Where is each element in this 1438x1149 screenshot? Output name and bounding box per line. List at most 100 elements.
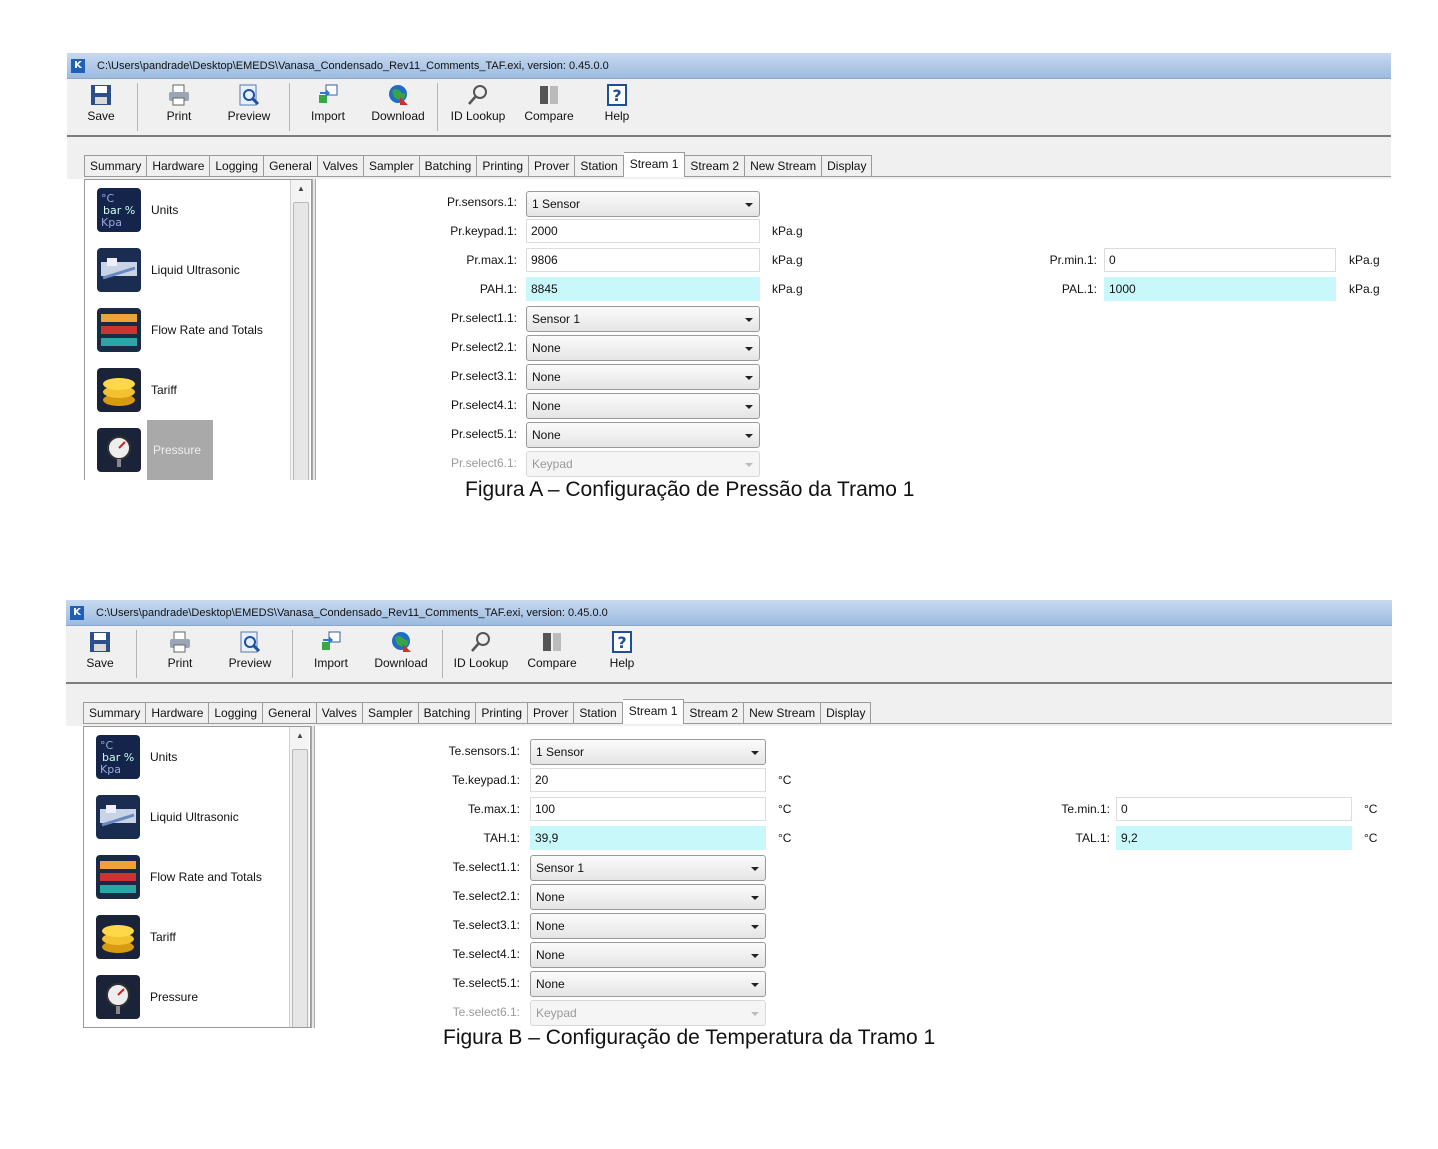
select1-dropdown[interactable]: Sensor 1 [526,306,760,332]
keypad-unit: kPa.g [772,224,803,238]
tab-logging[interactable]: Logging [210,155,265,177]
print-button[interactable]: Print [159,83,199,133]
tab-display[interactable]: Display [821,702,872,724]
tab-new-stream[interactable]: New Stream [744,702,822,724]
tab-sampler[interactable]: Sampler [362,702,419,724]
select5-dropdown[interactable]: None [530,971,766,997]
chevron-down-icon [745,405,753,409]
import-button[interactable]: Import [308,630,354,680]
globe-download-icon [389,85,408,105]
select2-dropdown[interactable]: None [526,335,760,361]
select2-label: Te.select2.1: [452,889,520,903]
pal-input[interactable]: 1000 [1104,277,1336,301]
min-unit: kPa.g [1349,253,1380,267]
select5-dropdown[interactable]: None [526,422,760,448]
tah-input[interactable]: 39,9 [530,826,766,850]
preview-button[interactable]: Preview [223,83,275,133]
save-icon [91,85,111,105]
pal-unit: kPa.g [1349,282,1380,296]
min-input[interactable]: 0 [1104,248,1336,272]
tab-prover[interactable]: Prover [528,702,575,724]
print-button[interactable]: Print [160,630,200,680]
tab-display[interactable]: Display [822,155,873,177]
tab-summary[interactable]: Summary [83,702,147,724]
chevron-down-icon [751,896,759,900]
preview-icon [240,631,261,653]
toolbar: Save Print Preview Import Download ID Lo… [66,626,1392,684]
tab-stream-1[interactable]: Stream 1 [622,699,685,724]
keypad-input[interactable]: 20 [530,768,766,792]
figure-b-screenshot: K C:\Users\pandrade\Desktop\EMEDS\Vanasa… [66,600,1392,1028]
keypad-label: Te.keypad.1: [451,773,520,787]
chevron-down-icon [751,954,759,958]
min-input[interactable]: 0 [1116,797,1352,821]
select1-dropdown[interactable]: Sensor 1 [530,855,766,881]
max-input[interactable]: 100 [530,797,766,821]
keypad-input[interactable]: 2000 [526,219,760,243]
tab-batching[interactable]: Batching [418,702,477,724]
id-lookup-button[interactable]: ID Lookup [448,630,514,680]
sensors-select[interactable]: 1 Sensor [530,739,766,765]
select1-label: Te.select1.1: [452,860,520,874]
max-input[interactable]: 9806 [526,248,760,272]
tab-strip: Summary Hardware Logging General Valves … [66,684,1392,726]
save-button[interactable]: Save [81,83,121,133]
tab-stream-2[interactable]: Stream 2 [685,155,746,177]
chevron-down-icon [751,925,759,929]
download-button[interactable]: Download [368,630,434,680]
printer-icon [169,84,189,106]
tab-valves[interactable]: Valves [317,155,364,177]
tab-printing[interactable]: Printing [476,702,529,724]
compare-button[interactable]: Compare [519,83,579,133]
min-unit: °C [1364,802,1378,816]
chevron-down-icon [745,203,753,207]
tab-prover[interactable]: Prover [529,155,576,177]
tab-printing[interactable]: Printing [477,155,530,177]
select5-label: Pr.select5.1: [450,427,517,441]
save-icon [90,632,110,652]
import-button[interactable]: Import [305,83,351,133]
tab-station[interactable]: Station [575,155,624,177]
id-lookup-button[interactable]: ID Lookup [445,83,511,133]
tab-new-stream[interactable]: New Stream [745,155,823,177]
tab-stream-1[interactable]: Stream 1 [623,152,686,177]
keypad-unit: °C [778,773,792,787]
select3-dropdown[interactable]: None [530,913,766,939]
download-button[interactable]: Download [365,83,431,133]
select1-label: Pr.select1.1: [450,311,517,325]
select3-dropdown[interactable]: None [526,364,760,390]
sensors-select[interactable]: 1 Sensor [526,191,760,217]
tab-station[interactable]: Station [574,702,623,724]
figure-a-caption: Figura A – Configuração de Pressão da Tr… [465,478,915,501]
help-button[interactable]: ? Help [597,83,637,133]
tal-unit: °C [1364,831,1378,845]
tab-valves[interactable]: Valves [316,702,363,724]
tab-sampler[interactable]: Sampler [363,155,420,177]
help-button[interactable]: ? Help [602,630,642,680]
sensors-label: Pr.sensors.1: [446,195,517,209]
tab-summary[interactable]: Summary [84,155,148,177]
pressure-form: Pr.sensors.1: 1 Sensor Pr.keypad.1: 2000… [67,179,1391,480]
compare-button[interactable]: Compare [522,630,582,680]
select2-dropdown[interactable]: None [530,884,766,910]
tab-hardware[interactable]: Hardware [146,702,210,724]
tab-list: Summary Hardware Logging General Valves … [84,152,873,177]
save-button[interactable]: Save [80,630,120,680]
sensors-label: Te.sensors.1: [448,744,520,758]
tab-stream-2[interactable]: Stream 2 [684,702,745,724]
tab-batching[interactable]: Batching [419,155,478,177]
toolbar-separator [442,630,443,678]
preview-button[interactable]: Preview [224,630,276,680]
tab-general[interactable]: General [263,702,317,724]
chevron-down-icon [751,983,759,987]
tal-input[interactable]: 9,2 [1116,826,1352,850]
pah-input[interactable]: 8845 [526,277,760,301]
select4-dropdown[interactable]: None [530,942,766,968]
tab-general[interactable]: General [264,155,318,177]
compare-icon [540,86,558,104]
tab-logging[interactable]: Logging [209,702,264,724]
select4-dropdown[interactable]: None [526,393,760,419]
chevron-down-icon [751,867,759,871]
select3-label: Pr.select3.1: [450,369,517,383]
tab-hardware[interactable]: Hardware [147,155,211,177]
